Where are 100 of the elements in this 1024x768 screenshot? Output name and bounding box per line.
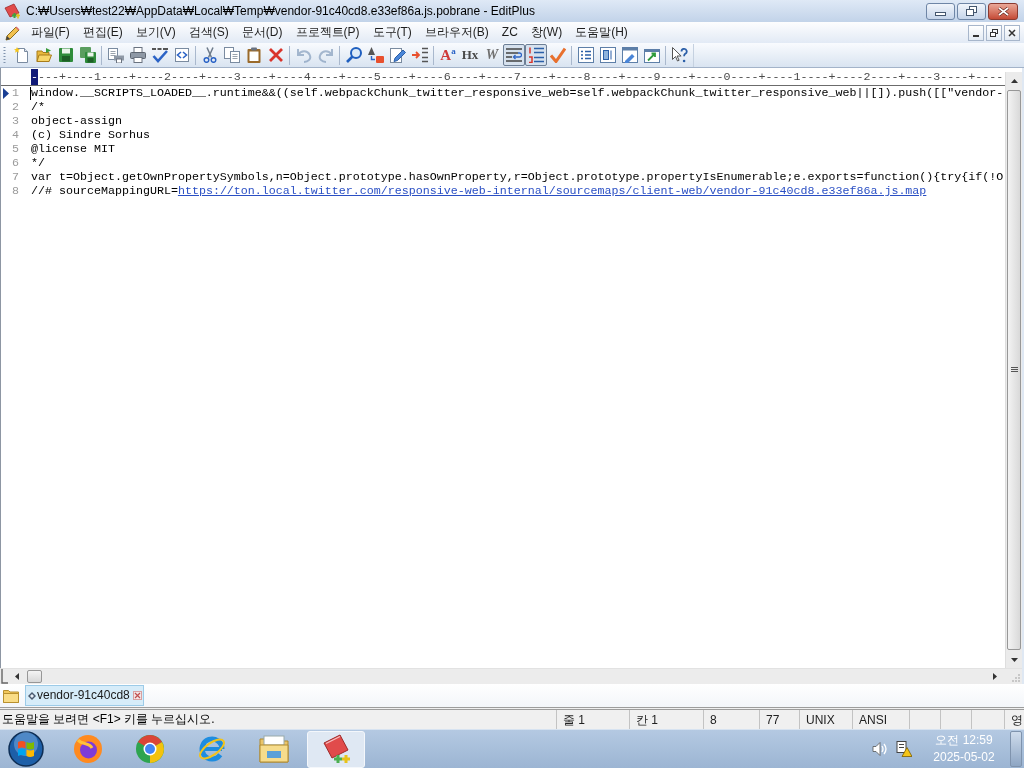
panel-window-icon[interactable] [600,47,616,63]
url-link[interactable]: https://ton.local.twitter.com/responsive-web-internal/sourcemaps/client-web/vendor-91c40cd8.e33ef86a.js.map [177,184,927,198]
list-window-icon[interactable] [578,47,594,63]
search-icon[interactable] [346,47,362,63]
new-file-icon[interactable] [14,47,30,63]
text-cursor [30,86,31,100]
replace-icon[interactable] [368,47,384,63]
notepad-icon[interactable] [321,734,351,764]
menu-item[interactable]: 편집(E) [76,22,130,43]
left-arrow-icon[interactable] [15,673,19,680]
clock-date: 2025-05-02 [933,749,995,766]
file-folder-icon[interactable] [259,734,289,764]
fox-globe-icon[interactable] [73,734,103,764]
line-number: 1 [11,86,19,100]
status-label: ANSI [859,711,887,729]
menu-item[interactable]: ZC [495,22,525,43]
up-arrow-icon[interactable] [1010,78,1018,83]
toolbar-button[interactable]: W [481,44,503,66]
open-folder-icon[interactable] [36,47,52,63]
minimize-button[interactable] [968,24,984,41]
restore-button[interactable] [986,24,1002,41]
ruler-scale: ---+----1----+----2----+----3----+----4----+----5----+----6----+----7----+----8----+----9----+----0----+----1----+----2----+----3----+---- [38,68,1004,85]
restore-icon[interactable] [990,28,998,37]
menu-item[interactable]: 브라우저(B) [418,22,496,43]
cross-icon[interactable] [268,47,284,63]
spell-check-icon[interactable] [152,47,168,63]
code-text: /* [31,100,45,114]
scrollbar-thumb[interactable] [1007,90,1021,650]
scrollbar-thumb[interactable] [27,670,42,683]
taskbar-button[interactable] [307,730,365,768]
close-button[interactable] [988,2,1018,20]
line-number: 6 [11,156,19,170]
notepad-icon[interactable] [4,3,20,19]
input-mode-indicator: 영 [1011,711,1024,729]
diamond-icon [28,691,36,700]
menu-item[interactable]: 파일(F) [24,22,77,43]
minimize-icon[interactable] [973,34,979,37]
minimize-icon[interactable] [935,12,946,16]
print-preview-icon[interactable] [108,47,124,63]
browser-preview-icon[interactable] [174,47,190,63]
close-button[interactable] [1004,24,1020,41]
horizontal-scrollbar[interactable] [0,668,1005,684]
right-arrow-icon[interactable] [993,673,997,680]
status-label: UNIX [806,711,835,729]
splitter-icon[interactable] [1,669,8,684]
restore-button[interactable] [957,2,986,20]
code-text: var t=Object.getOwnPropertySymbols,n=Object.prototype.hasOwnProperty,r=Object.prototype.propertyIsEnumerable;e.exports=function(){try{if(!O [31,170,1004,184]
document-tab[interactable]: vendor-91c40cd8 [25,685,144,706]
line-number: 8 [11,184,19,198]
menu-item[interactable]: 창(W) [524,22,569,43]
code-text: @license MIT [31,142,115,156]
close-icon[interactable] [1008,28,1016,37]
vertical-scrollbar[interactable] [1005,72,1022,668]
segmented-ring-icon[interactable] [135,734,165,764]
print-icon[interactable] [130,47,146,63]
status-message: 도움말을 보려면 <F1> 키를 누르십시오. [1,711,215,728]
line-number: 5 [11,142,19,156]
speaker-icon[interactable] [872,741,888,757]
pencil-icon[interactable] [5,24,21,41]
menu-item[interactable]: 프로젝트(P) [289,22,366,43]
size-grip-icon[interactable] [1012,674,1020,682]
toolbar-button[interactable]: Hx [459,44,481,66]
save-icon[interactable] [58,47,74,63]
code-text: object-assign [31,114,122,128]
clipboard-icon[interactable] [246,47,262,63]
code-text: (c) Sindre Sorhus [31,128,150,142]
close-icon[interactable] [997,6,1009,16]
scissors-icon[interactable] [202,47,218,63]
save-all-icon[interactable] [80,47,96,63]
line-number: 4 [11,128,19,142]
menu-item[interactable]: 문서(D) [235,22,289,43]
restore-icon[interactable] [966,6,977,16]
minimize-button[interactable] [926,2,955,20]
menu-item[interactable]: 검색(S) [182,22,236,43]
line-number: 7 [11,170,19,184]
export-window-icon[interactable] [644,47,660,63]
line-number: 3 [11,114,19,128]
tab-label: vendor-91c40cd8 [37,687,130,704]
edit-window-icon[interactable] [622,47,638,63]
toolbar-button[interactable]: A$^{a}$ [437,44,459,66]
folder-icon[interactable] [3,688,19,703]
window-title: C:₩Users₩test22₩AppData₩Local₩Temp₩vendor-91c40cd8.e33ef86a.js.pobrane - EditPlus [26,3,535,20]
checkmark-icon[interactable] [550,47,566,63]
menu-item[interactable]: 도구(T) [366,22,419,43]
indent-icon[interactable] [412,47,428,63]
copy-icon[interactable] [224,47,240,63]
network-warning-icon[interactable] [896,741,912,757]
grip-icon[interactable] [3,46,6,64]
grip-icon[interactable] [1010,367,1018,373]
ruler-cursor-mark: - [31,68,38,85]
status-label: 8 [710,711,717,729]
down-arrow-icon[interactable] [1010,657,1018,662]
document-edit-icon[interactable] [390,47,406,63]
code-text: //# sourceMappingURL= [31,184,178,198]
start-orb-icon[interactable] [8,731,44,767]
help-pointer-icon[interactable] [672,47,688,63]
line-number: 2 [11,100,19,114]
status-label: 줄 1 [563,711,585,729]
menu-item[interactable]: 보기(V) [129,22,183,43]
menu-item[interactable]: 도움말(H) [568,22,635,43]
